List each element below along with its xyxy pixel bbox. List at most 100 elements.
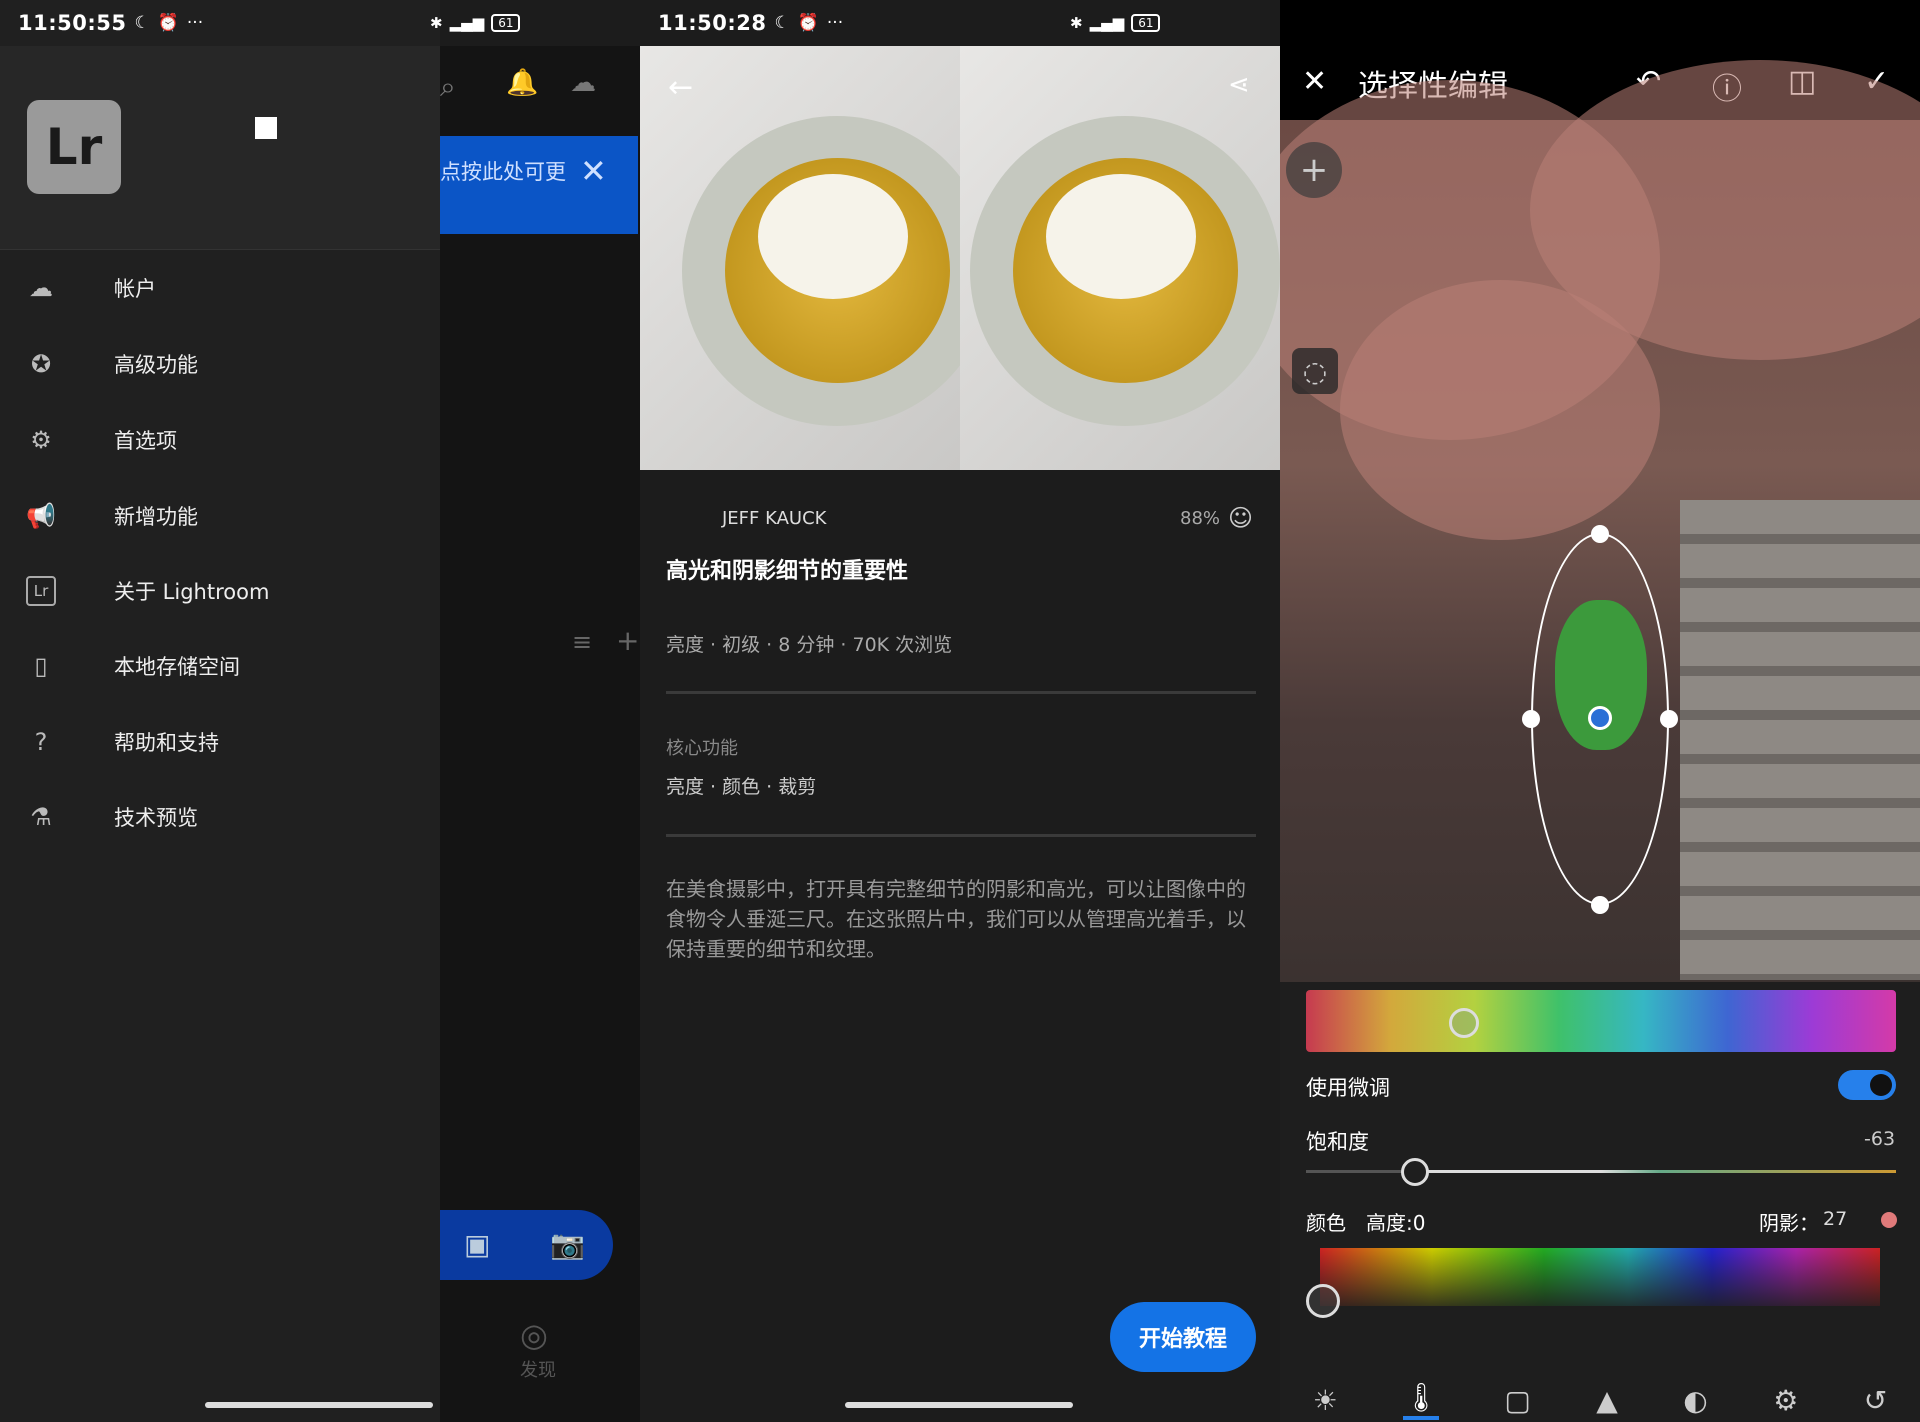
detail-icon[interactable]: ⚙	[1773, 1384, 1798, 1417]
cloud-alert-icon: ☁	[570, 68, 596, 98]
thermometer-icon[interactable]: 🌡	[1403, 1381, 1439, 1420]
gear-icon: ⚙	[30, 426, 52, 454]
mask-handle-right[interactable]	[1660, 710, 1678, 728]
start-tutorial-button[interactable]: 开始教程	[1110, 1302, 1256, 1372]
menu-item-about[interactable]: Lr 关于 Lightroom	[0, 561, 440, 621]
mask-handle-bottom[interactable]	[1591, 896, 1609, 914]
lr-logo: Lr	[27, 100, 121, 194]
mask-center-pin[interactable]	[1588, 706, 1612, 730]
menu-item-help[interactable]: ? 帮助和支持	[0, 712, 440, 772]
add-icon[interactable]: +	[616, 624, 639, 657]
mask-handle-top[interactable]	[1591, 525, 1609, 543]
rating-percent: 88%	[1180, 508, 1221, 529]
color-swatch	[1881, 1212, 1897, 1228]
saturation-value: -63	[1864, 1128, 1896, 1150]
close-icon[interactable]: ✕	[580, 152, 607, 190]
hue-picker-knob[interactable]	[1306, 1284, 1340, 1318]
menu-item-account[interactable]: ☁ 帐户	[0, 258, 440, 318]
add-photo-icon[interactable]: ▣	[464, 1228, 490, 1261]
screen-selective-edit: ✕ 选择性编辑 ↶ ⓘ ◫ ✓ + ◌ 使用微调 饱和度 -63 颜色 高度:0…	[1280, 0, 1920, 1422]
signal-icon: ▂▄▆	[1089, 14, 1125, 32]
divider	[666, 691, 1256, 694]
core-items: 亮度 · 颜色 · 裁剪	[666, 776, 817, 798]
status-right: ✱ ▂▄▆ 61	[430, 14, 618, 32]
core-label: 核心功能	[666, 738, 738, 759]
saturation-knob[interactable]	[1401, 1158, 1429, 1186]
battery-indicator: 61	[1131, 14, 1161, 32]
signal-icon: ▂▄▆	[449, 14, 485, 32]
flask-icon: ⚗	[30, 803, 52, 831]
megaphone-icon: 📢	[26, 502, 56, 530]
tutorial-title: 高光和阴影细节的重要性	[666, 559, 909, 584]
vignette-icon[interactable]: ▢	[1504, 1384, 1530, 1417]
shadow-label: 阴影：	[1759, 1211, 1819, 1235]
alarm-icon: ⏰	[157, 13, 179, 33]
fine-tune-toggle[interactable]	[1838, 1070, 1896, 1100]
menu-item-whats-new[interactable]: 📢 新增功能	[0, 486, 440, 546]
share-icon[interactable]: ⋖	[1228, 70, 1250, 100]
saturation-slider[interactable]	[1306, 1170, 1896, 1173]
brightness-label: 高度:0	[1366, 1211, 1426, 1235]
hue-picker[interactable]	[1320, 1248, 1880, 1306]
menu-item-preferences[interactable]: ⚙ 首选项	[0, 410, 440, 470]
camera-icon[interactable]: 📷	[550, 1228, 585, 1261]
divider	[666, 834, 1256, 837]
sharpen-icon[interactable]: ▲	[1596, 1384, 1618, 1417]
author-name: JEFF KAUCK	[722, 508, 827, 529]
light-icon[interactable]: ☀	[1313, 1384, 1338, 1417]
color-label: 颜色	[1306, 1211, 1346, 1235]
stairs	[1680, 500, 1920, 980]
discover-label[interactable]: 发现	[520, 1356, 556, 1382]
home-indicator	[205, 1402, 433, 1408]
fine-tune-label: 使用微调	[1306, 1076, 1390, 1100]
tutorial-meta: 亮度 · 初级 · 8 分钟 · 70K 次浏览	[666, 634, 953, 656]
reset-icon[interactable]: ↺	[1864, 1384, 1887, 1417]
color-range-knob[interactable]	[1449, 1008, 1479, 1038]
bluetooth-icon: ✱	[1070, 14, 1083, 32]
moon-icon: ☾	[134, 13, 150, 33]
dots-icon: ···	[826, 13, 844, 33]
status-time: 11:50:28	[658, 11, 767, 35]
bell-icon: 🔔	[506, 68, 539, 98]
mask-select-icon[interactable]: ◌	[1292, 348, 1338, 394]
menu-item-tech-preview[interactable]: ⚗ 技术预览	[0, 787, 440, 847]
background-app: ⌕ 🔔 ☁ 点按此处可更 ✕ ≡ + ▣ 📷 ◎ 发现	[440, 46, 640, 1422]
photo-after	[960, 46, 1280, 470]
add-mask-icon[interactable]: +	[1286, 142, 1342, 198]
close-icon[interactable]: ✕	[1302, 64, 1327, 99]
photo-before	[640, 46, 992, 470]
screen-menu: ⌕ 🔔 ☁ 点按此处可更 ✕ ≡ + ▣ 📷 ◎ 发现 Lr ☁ 帐户 ✪ 高级功能…	[0, 0, 640, 1422]
sort-icon[interactable]: ≡	[572, 628, 592, 656]
menu-item-local-storage[interactable]: ▯ 本地存储空间	[0, 636, 440, 696]
banner-text: 点按此处可更	[440, 160, 566, 184]
avatar-placeholder	[255, 117, 277, 139]
back-arrow-icon[interactable]: ←	[668, 70, 693, 105]
status-bar: 11:50:28 ☾ ⏰ ··· ✱ ▂▄▆ 61	[640, 0, 1280, 46]
status-time: 11:50:55	[18, 11, 127, 35]
status-bar: 11:50:55 ☾ ⏰ ··· ✱ ▂▄▆ 61	[0, 0, 640, 46]
menu-item-premium[interactable]: ✪ 高级功能	[0, 334, 440, 394]
color-range-bar[interactable]	[1306, 990, 1896, 1052]
import-camera-fab: ▣ 📷	[440, 1210, 613, 1280]
home-indicator	[845, 1402, 1073, 1408]
screen-tutorial: ← ⋖ JEFF KAUCK 88% ☺ 高光和阴影细节的重要性 亮度 · 初级…	[640, 0, 1280, 1422]
lr-icon: Lr	[26, 576, 56, 606]
mask-handle-left[interactable]	[1522, 710, 1540, 728]
adjust-panel: 使用微调 饱和度 -63 颜色 高度:0 阴影： 27 ☀ 🌡 ▢ ▲ ◐ ⚙ …	[1280, 982, 1920, 1422]
bluetooth-icon: ✱	[430, 14, 443, 32]
globe-icon[interactable]: ◎	[520, 1316, 548, 1354]
tool-bar: ☀ 🌡 ▢ ▲ ◐ ⚙ ↺	[1280, 1378, 1920, 1422]
notice-banner[interactable]: 点按此处可更 ✕	[440, 136, 638, 234]
nav-drawer: Lr ☁ 帐户 ✪ 高级功能 ⚙ 首选项 📢 新增功能 Lr 关于 Lightroom ▯…	[0, 0, 440, 1422]
optics-icon[interactable]: ◐	[1683, 1384, 1707, 1417]
status-right: ✱ ▂▄▆ 61	[1070, 14, 1258, 32]
edit-photo[interactable]: + ◌	[1280, 60, 1920, 982]
phone-icon: ▯	[34, 652, 48, 680]
star-icon: ✪	[30, 350, 52, 378]
tutorial-photo: ← ⋖	[640, 46, 1280, 470]
smile-icon: ☺	[1228, 504, 1254, 532]
dots-icon: ···	[186, 13, 204, 33]
tutorial-description: 在美食摄影中，打开具有完整细节的阴影和高光，可以让图像中的食物令人垂涎三尺。在这…	[666, 877, 1246, 961]
battery-indicator: 61	[491, 14, 521, 32]
help-icon: ?	[34, 728, 48, 756]
